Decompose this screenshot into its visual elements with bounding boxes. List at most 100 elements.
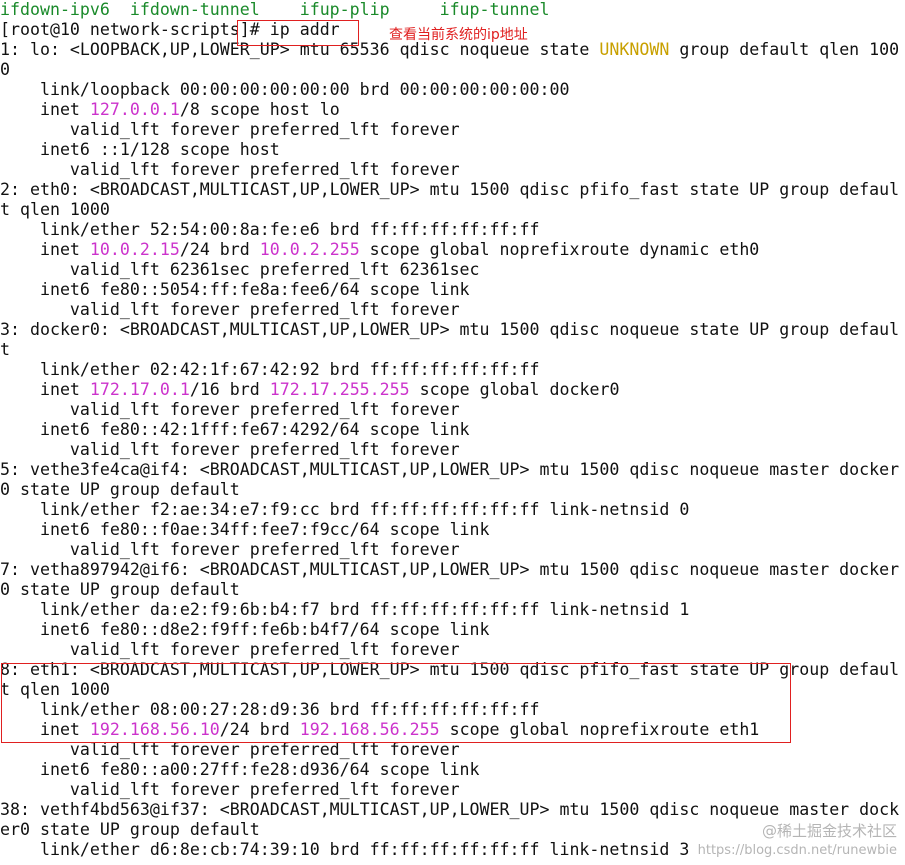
terminal-text: inet6 fe80::d8e2:f9ff:fe6b:b4f7/64 scope… xyxy=(0,620,490,639)
terminal-line: 7: vetha897942@if6: <BROADCAST,MULTICAST… xyxy=(0,560,905,580)
terminal-line: inet6 fe80::42:1fff:fe67:4292/64 scope l… xyxy=(0,420,905,440)
watermark: @稀土掘金技术社区 https://blog.csdn.net/runewbie xyxy=(698,821,897,861)
terminal-line: inet 172.17.0.1/16 brd 172.17.255.255 sc… xyxy=(0,380,905,400)
terminal-text: link/ether 08:00:27:28:d9:36 brd ff:ff:f… xyxy=(0,700,540,719)
terminal-text: 38: vethf4bd563@if37: <BROADCAST,MULTICA… xyxy=(0,800,900,819)
terminal-text: t qlen 1000 xyxy=(0,680,110,699)
terminal-text: valid_lft forever preferred_lft forever xyxy=(0,120,460,139)
terminal-text: valid_lft forever preferred_lft forever xyxy=(0,440,460,459)
terminal-line: valid_lft forever preferred_lft forever xyxy=(0,640,905,660)
terminal-text: scope global noprefixroute eth1 xyxy=(439,720,760,739)
terminal-text: 10.0.2.255 xyxy=(259,240,360,259)
terminal-text: /24 brd xyxy=(179,240,260,259)
terminal-line: valid_lft forever preferred_lft forever xyxy=(0,440,905,460)
terminal-text: t xyxy=(0,340,10,359)
terminal-text: 0 state UP group default xyxy=(0,480,240,499)
terminal-text: /16 brd xyxy=(189,380,270,399)
terminal-text: [root@10 network-scripts]# ip addr xyxy=(0,20,340,39)
terminal-line: inet6 fe80::d8e2:f9ff:fe6b:b4f7/64 scope… xyxy=(0,620,905,640)
terminal-line: link/ether 52:54:00:8a:fe:e6 brd ff:ff:f… xyxy=(0,220,905,240)
terminal-text: valid_lft forever preferred_lft forever xyxy=(0,740,460,759)
terminal-line: 2: eth0: <BROADCAST,MULTICAST,UP,LOWER_U… xyxy=(0,180,905,200)
terminal-line: t qlen 1000 xyxy=(0,680,905,700)
terminal-line: link/loopback 00:00:00:00:00:00 brd 00:0… xyxy=(0,80,905,100)
terminal-line: 3: docker0: <BROADCAST,MULTICAST,UP,LOWE… xyxy=(0,320,905,340)
terminal-text: valid_lft forever preferred_lft forever xyxy=(0,400,460,419)
terminal-text: 3: docker0: <BROADCAST,MULTICAST,UP,LOWE… xyxy=(0,320,900,339)
terminal-text: valid_lft forever preferred_lft forever xyxy=(0,160,460,179)
terminal-text: valid_lft forever preferred_lft forever xyxy=(0,540,460,559)
terminal-line: valid_lft forever preferred_lft forever xyxy=(0,300,905,320)
terminal-line: t qlen 1000 xyxy=(0,200,905,220)
terminal-text: 5: vethe3fe4ca@if4: <BROADCAST,MULTICAST… xyxy=(0,460,900,479)
terminal-text: scope global noprefixroute dynamic eth0 xyxy=(359,240,760,259)
terminal-line: valid_lft forever preferred_lft forever xyxy=(0,400,905,420)
terminal-text: 10.0.2.15 xyxy=(89,240,180,259)
terminal-text: 0 xyxy=(0,60,10,79)
terminal-text: /8 scope host lo xyxy=(179,100,340,119)
terminal-text: valid_lft 62361sec preferred_lft 62361se… xyxy=(0,260,480,279)
terminal-text: /24 brd xyxy=(219,720,300,739)
terminal-text: 172.17.255.255 xyxy=(269,380,410,399)
terminal-text: valid_lft forever preferred_lft forever xyxy=(0,300,460,319)
terminal-line: valid_lft 62361sec preferred_lft 62361se… xyxy=(0,260,905,280)
terminal-text: link/ether da:e2:f9:6b:b4:f7 brd ff:ff:f… xyxy=(0,600,690,619)
terminal-line: valid_lft forever preferred_lft forever xyxy=(0,120,905,140)
terminal-line: 5: vethe3fe4ca@if4: <BROADCAST,MULTICAST… xyxy=(0,460,905,480)
terminal-line: t xyxy=(0,340,905,360)
terminal-text: inet6 fe80::5054:ff:fe8a:fee6/64 scope l… xyxy=(0,280,470,299)
terminal-line: link/ether da:e2:f9:6b:b4:f7 brd ff:ff:f… xyxy=(0,600,905,620)
terminal-text: inet6 fe80::f0ae:34ff:fee7:f9cc/64 scope… xyxy=(0,520,490,539)
terminal-text: inet xyxy=(0,380,90,399)
terminal-text: link/loopback 00:00:00:00:00:00 brd 00:0… xyxy=(0,80,570,99)
terminal-text: ifdown-ipv6 ifdown-tunnel ifup-plip ifup… xyxy=(0,0,550,19)
terminal-text: group default qlen 100 xyxy=(669,40,900,59)
terminal-text: link/ether 52:54:00:8a:fe:e6 brd ff:ff:f… xyxy=(0,220,540,239)
terminal-line: link/ether 02:42:1f:67:42:92 brd ff:ff:f… xyxy=(0,360,905,380)
terminal-text: 192.168.56.255 xyxy=(299,720,440,739)
terminal-text: t qlen 1000 xyxy=(0,200,110,219)
terminal-line: 8: eth1: <BROADCAST,MULTICAST,UP,LOWER_U… xyxy=(0,660,905,680)
terminal-text: inet6 fe80::a00:27ff:fe28:d936/64 scope … xyxy=(0,760,480,779)
terminal-text: 127.0.0.1 xyxy=(89,100,180,119)
terminal-text: 0 state UP group default xyxy=(0,580,240,599)
terminal-line: inet 10.0.2.15/24 brd 10.0.2.255 scope g… xyxy=(0,240,905,260)
terminal-line: inet6 fe80::a00:27ff:fe28:d936/64 scope … xyxy=(0,760,905,780)
terminal-line: inet6 fe80::5054:ff:fe8a:fee6/64 scope l… xyxy=(0,280,905,300)
terminal-text: scope global docker0 xyxy=(409,380,620,399)
terminal-line: valid_lft forever preferred_lft forever xyxy=(0,540,905,560)
terminal-line: 0 xyxy=(0,60,905,80)
terminal-line: inet6 fe80::f0ae:34ff:fee7:f9cc/64 scope… xyxy=(0,520,905,540)
annotation-label: 查看当前系统的ip地址 xyxy=(389,27,528,43)
terminal-line: inet6 ::1/128 scope host xyxy=(0,140,905,160)
terminal-line: 0 state UP group default xyxy=(0,580,905,600)
terminal-text: 2: eth0: <BROADCAST,MULTICAST,UP,LOWER_U… xyxy=(0,180,900,199)
terminal-text: link/ether f2:ae:34:e7:f9:cc brd ff:ff:f… xyxy=(0,500,690,519)
terminal-text: inet6 ::1/128 scope host xyxy=(0,140,280,159)
watermark-url: https://blog.csdn.net/runewbie xyxy=(697,843,897,858)
terminal-text: 172.17.0.1 xyxy=(89,380,190,399)
terminal-text: inet6 fe80::42:1fff:fe67:4292/64 scope l… xyxy=(0,420,470,439)
terminal-text: er0 state UP group default xyxy=(0,820,260,839)
terminal-line: ifdown-ipv6 ifdown-tunnel ifup-plip ifup… xyxy=(0,0,905,20)
terminal-line: inet 192.168.56.10/24 brd 192.168.56.255… xyxy=(0,720,905,740)
terminal-text: valid_lft forever preferred_lft forever xyxy=(0,780,460,799)
terminal-text: 8: eth1: <BROADCAST,MULTICAST,UP,LOWER_U… xyxy=(0,660,900,679)
terminal-text: inet xyxy=(0,720,90,739)
terminal-text: inet xyxy=(0,240,90,259)
terminal-line: valid_lft forever preferred_lft forever xyxy=(0,740,905,760)
terminal-text: inet xyxy=(0,100,90,119)
terminal-text: valid_lft forever preferred_lft forever xyxy=(0,640,460,659)
terminal-output[interactable]: ifdown-ipv6 ifdown-tunnel ifup-plip ifup… xyxy=(0,0,905,865)
watermark-logo: @稀土掘金技术社区 xyxy=(761,822,897,840)
terminal-text: link/ether 02:42:1f:67:42:92 brd ff:ff:f… xyxy=(0,360,540,379)
terminal-text: 192.168.56.10 xyxy=(89,720,220,739)
terminal-line: valid_lft forever preferred_lft forever xyxy=(0,780,905,800)
terminal-text: 7: vetha897942@if6: <BROADCAST,MULTICAST… xyxy=(0,560,900,579)
terminal-line: 0 state UP group default xyxy=(0,480,905,500)
terminal-line: inet 127.0.0.1/8 scope host lo xyxy=(0,100,905,120)
terminal-text: UNKNOWN xyxy=(599,40,670,59)
terminal-line: valid_lft forever preferred_lft forever xyxy=(0,160,905,180)
terminal-line: 38: vethf4bd563@if37: <BROADCAST,MULTICA… xyxy=(0,800,905,820)
terminal-line: link/ether 08:00:27:28:d9:36 brd ff:ff:f… xyxy=(0,700,905,720)
